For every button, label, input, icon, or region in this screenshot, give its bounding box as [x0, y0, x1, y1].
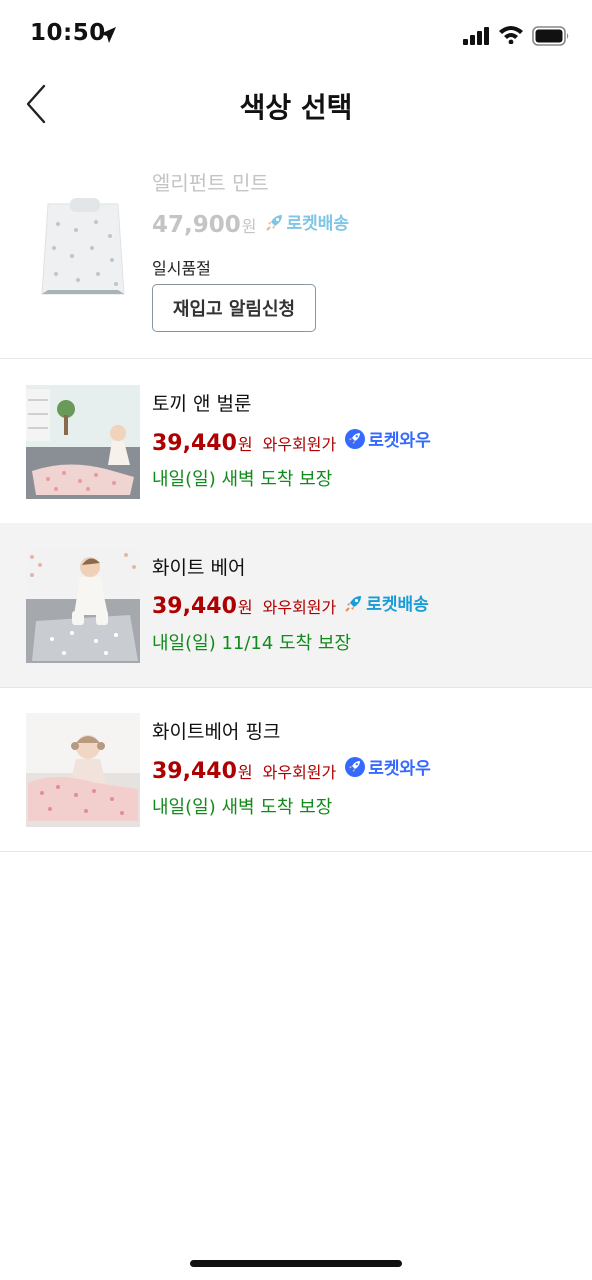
price-row: 47,900 원 로켓배송: [152, 209, 349, 239]
product-thumbnail: [26, 190, 140, 304]
price-row: 39,440 원 와우회원가 로켓와우: [152, 426, 431, 456]
currency: 원: [241, 216, 257, 236]
product-thumbnail: [26, 713, 140, 827]
option-name: 토끼 앤 벌룬: [152, 393, 252, 415]
option-name: 엘리펀트 민트: [152, 171, 269, 195]
signal-icon: [463, 27, 489, 45]
rocket-icon: [265, 214, 282, 231]
soldout-status: 일시품절: [152, 259, 211, 278]
wifi-icon: [499, 26, 523, 44]
badge-label: 로켓배송: [366, 595, 429, 615]
restock-alert-button[interactable]: 재입고 알림신청: [152, 284, 316, 332]
rocket-wow-icon: [345, 756, 366, 777]
option-row[interactable]: 토끼 앤 벌룬 39,440 원 와우회원가 로켓와우 내일(일) 새벽 도착 …: [0, 359, 592, 524]
status-time: 10:50: [30, 20, 106, 46]
rocket-wow-badge: 로켓와우: [344, 754, 431, 779]
product-thumbnail: [26, 549, 140, 663]
badge-label: 로켓배송: [286, 214, 350, 234]
price: 39,440: [152, 758, 237, 784]
member-price-label: 와우회원가: [262, 434, 337, 454]
status-bar: 10:50: [0, 0, 592, 70]
rocket-wow-badge: 로켓와우: [344, 426, 431, 451]
soldout-option: 엘리펀트 민트 47,900 원 로켓배송 일시품절 재입고 알림신청: [0, 145, 592, 359]
rocket-wow-icon: [345, 428, 366, 449]
delivery-guarantee: 내일(일) 11/14 도착 보장: [152, 633, 352, 654]
delivery-guarantee: 내일(일) 새벽 도착 보장: [152, 469, 333, 490]
location-arrow-icon: [100, 27, 116, 43]
option-row[interactable]: 화이트 베어 39,440 원 와우회원가 로켓배송 내일(일) 11/14 도…: [0, 523, 592, 688]
option-name: 화이트베어 핑크: [152, 721, 281, 743]
price: 47,900: [152, 211, 241, 238]
battery-icon: [532, 26, 569, 46]
badge-label: 로켓와우: [368, 431, 431, 451]
page-title: 색상 선택: [239, 91, 353, 124]
member-price-label: 와우회원가: [262, 597, 337, 617]
price-row: 39,440 원 와우회원가 로켓배송: [152, 590, 429, 619]
rocket-icon: [345, 595, 362, 612]
currency: 원: [237, 434, 253, 454]
price: 39,440: [152, 430, 237, 456]
product-thumbnail: [26, 385, 140, 499]
member-price-label: 와우회원가: [262, 762, 337, 782]
currency: 원: [237, 762, 253, 782]
badge-label: 로켓와우: [368, 759, 431, 779]
option-name: 화이트 베어: [152, 557, 246, 579]
rocket-delivery-badge: 로켓배송: [265, 209, 350, 234]
header: 색상 선택: [0, 70, 592, 140]
option-row[interactable]: 화이트베어 핑크 39,440 원 와우회원가 로켓와우 내일(일) 새벽 도착…: [0, 687, 592, 852]
rocket-delivery-badge: 로켓배송: [344, 590, 429, 615]
home-indicator[interactable]: [190, 1260, 402, 1267]
price-row: 39,440 원 와우회원가 로켓와우: [152, 754, 431, 784]
currency: 원: [237, 597, 253, 617]
price: 39,440: [152, 593, 237, 619]
delivery-guarantee: 내일(일) 새벽 도착 보장: [152, 797, 333, 818]
